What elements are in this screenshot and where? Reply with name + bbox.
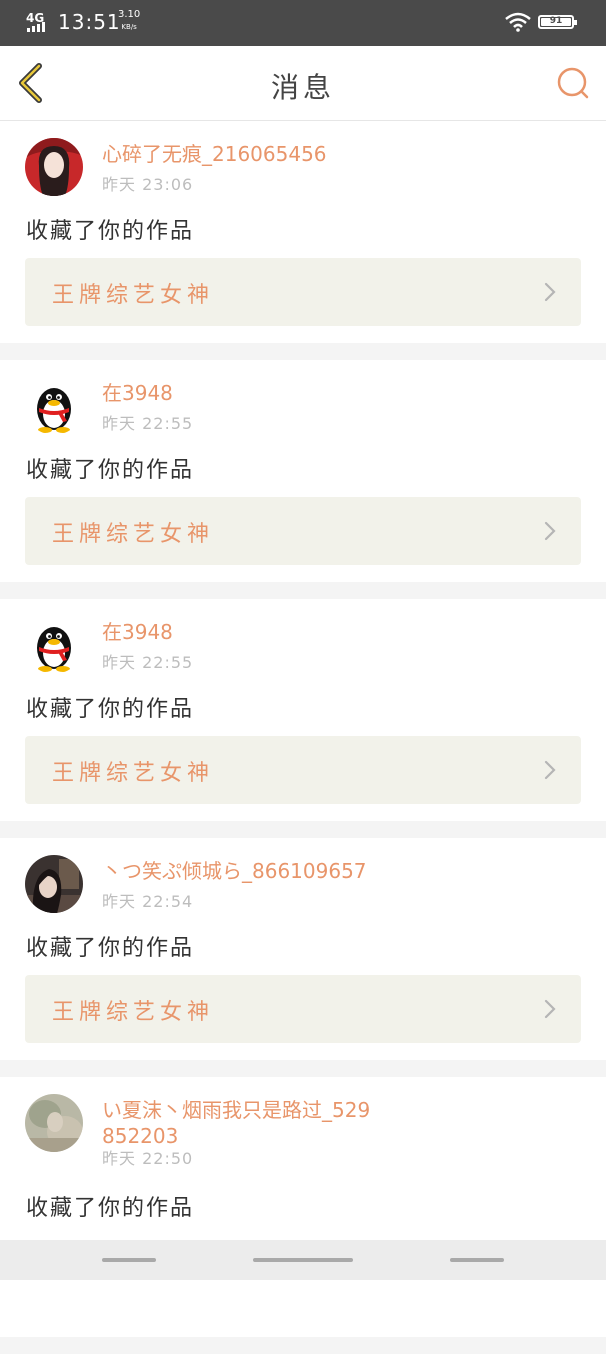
work-title: 王牌综艺女神 <box>52 522 215 547</box>
message-item: 在3948 昨天 22:55 收藏了你的作品 王牌综艺女神 <box>0 360 606 582</box>
avatar[interactable] <box>25 1094 83 1152</box>
message-action: 收藏了你的作品 <box>26 936 195 961</box>
message-action: 收藏了你的作品 <box>26 458 195 483</box>
message-list[interactable]: 心碎了无痕_216065456 昨天 23:06 收藏了你的作品 王牌综艺女神 <box>0 121 606 1354</box>
user-name[interactable]: い夏沫丶烟雨我只是路过_529852203 <box>102 1097 382 1149</box>
nav-back-button[interactable] <box>450 1258 504 1262</box>
message-item: 在3948 昨天 22:55 收藏了你的作品 王牌综艺女神 <box>0 599 606 821</box>
wifi-icon <box>505 12 531 32</box>
avatar[interactable] <box>25 616 83 674</box>
work-link[interactable]: 王牌综艺女神 <box>25 736 581 804</box>
work-title: 王牌综艺女神 <box>52 283 215 308</box>
message-time: 昨天 23:06 <box>102 175 194 194</box>
work-link[interactable]: 王牌综艺女神 <box>25 497 581 565</box>
message-time: 昨天 22:55 <box>102 653 194 672</box>
network-speed: 3.10 KB/s <box>118 9 140 33</box>
battery-icon: 91 <box>538 15 577 29</box>
avatar[interactable] <box>25 377 83 435</box>
app-header: 消息 <box>0 46 606 121</box>
qq-penguin-icon <box>25 616 83 674</box>
message-action: 收藏了你的作品 <box>26 1196 195 1221</box>
user-name[interactable]: 心碎了无痕_216065456 <box>102 141 382 167</box>
message-item: 心碎了无痕_216065456 昨天 23:06 收藏了你的作品 王牌综艺女神 <box>0 121 606 343</box>
page-title: 消息 <box>270 71 335 104</box>
message-time: 昨天 22:50 <box>102 1149 194 1168</box>
work-title: 王牌综艺女神 <box>52 1000 215 1025</box>
message-action: 收藏了你的作品 <box>26 697 195 722</box>
message-action: 收藏了你的作品 <box>26 219 195 244</box>
work-link[interactable]: 王牌综艺女神 <box>25 258 581 326</box>
message-item: い夏沫丶烟雨我只是路过_529852203 昨天 22:50 收藏了你的作品 <box>0 1077 606 1337</box>
nav-menu-button[interactable] <box>102 1258 156 1262</box>
nav-home-button[interactable] <box>253 1258 353 1262</box>
status-bar: 4G 13:51 3.10 KB/s 91 <box>0 0 606 46</box>
user-name[interactable]: 在3948 <box>102 619 382 645</box>
message-item: 丶つ笑ぷ倾城ら_866109657 昨天 22:54 收藏了你的作品 王牌综艺女… <box>0 838 606 1060</box>
work-link[interactable]: 王牌综艺女神 <box>25 975 581 1043</box>
user-name[interactable]: 在3948 <box>102 380 382 406</box>
chevron-right-icon <box>544 999 556 1019</box>
work-title: 王牌综艺女神 <box>52 761 215 786</box>
user-name[interactable]: 丶つ笑ぷ倾城ら_866109657 <box>102 858 382 884</box>
qq-penguin-icon <box>25 377 83 435</box>
avatar[interactable] <box>25 138 83 196</box>
speed-unit: KB/s <box>121 23 137 31</box>
avatar[interactable] <box>25 855 83 913</box>
status-time: 13:51 <box>58 10 121 34</box>
chevron-right-icon <box>544 760 556 780</box>
chevron-right-icon <box>544 521 556 541</box>
chevron-right-icon <box>544 282 556 302</box>
search-icon[interactable] <box>552 64 592 104</box>
message-time: 昨天 22:55 <box>102 414 194 433</box>
system-nav-bar <box>0 1240 606 1280</box>
message-time: 昨天 22:54 <box>102 892 194 911</box>
speed-value: 3.10 <box>118 9 141 20</box>
signal-icon <box>27 22 45 32</box>
battery-level: 91 <box>549 16 563 26</box>
